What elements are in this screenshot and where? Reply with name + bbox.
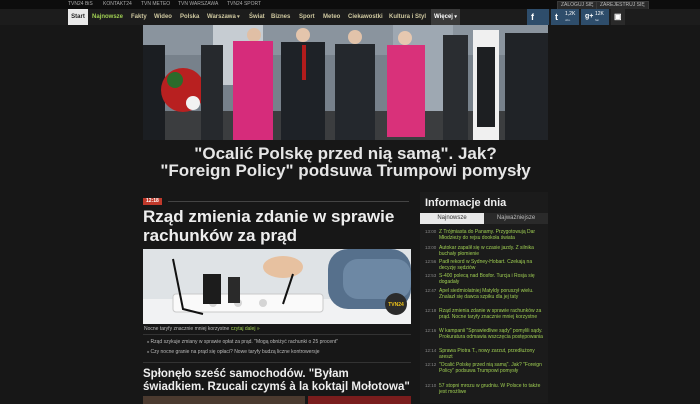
news-time: 12:53 xyxy=(425,273,437,278)
nav-polska[interactable]: Polska xyxy=(180,9,199,25)
facebook-icon: f xyxy=(531,12,534,22)
tv-icon: ▣ xyxy=(614,12,622,21)
nav-fakty[interactable]: Fakty xyxy=(131,9,147,25)
news-time: 12:47 xyxy=(425,288,437,293)
main-story-title[interactable]: Rząd zmienia zdanie w sprawie rachunków … xyxy=(143,207,411,245)
nav-sport[interactable]: Sport xyxy=(299,9,315,25)
news-link[interactable]: Padł rekord w Sydney-Hobart. Czekają na … xyxy=(439,259,545,271)
nav-swiat[interactable]: Świat xyxy=(249,9,265,25)
nav-ciekawostki[interactable]: Ciekawostki xyxy=(348,9,383,25)
top-link-tvn24-bis[interactable]: TVN24 BiS xyxy=(68,0,93,9)
tab-najwazniejsze[interactable]: Najważniejsze xyxy=(484,213,548,224)
news-link[interactable]: 57 stopni mrozu w grudniu. W Polsce to t… xyxy=(439,383,545,395)
news-time: 12:16 xyxy=(425,328,437,333)
news-time: 12:10 xyxy=(425,383,437,388)
related-link-2[interactable]: Czy nocne granie na prąd się opłaci? Now… xyxy=(147,349,320,355)
news-time: 12:12 xyxy=(425,362,437,367)
story-divider xyxy=(168,201,409,202)
top-link-tvn24-sport[interactable]: TVN24 SPORT xyxy=(227,0,261,9)
read-more-link[interactable]: czytaj dalej » xyxy=(231,326,260,332)
top-link-tvn-meteo[interactable]: TVN METEO xyxy=(141,0,170,9)
twitter-label: obs. xyxy=(565,18,571,22)
news-time: 12:14 xyxy=(425,348,437,353)
hero-headline-line1[interactable]: "Ocalić Polskę przed nią samą". Jak? xyxy=(143,145,548,162)
nav-wiecej[interactable]: Więcej xyxy=(431,9,460,25)
second-story-title[interactable]: Spłonęło sześć samochodów. "Byłam świadk… xyxy=(143,368,411,394)
main-story-lead: Nocne taryfy znacznie mniej korzystne cz… xyxy=(144,326,260,332)
nav-wideo[interactable]: Wideo xyxy=(154,9,172,25)
twitter-button[interactable]: t 1,2K obs. xyxy=(551,9,579,25)
nav-start[interactable]: Start xyxy=(68,9,88,25)
hero-headline-line2[interactable]: "Foreign Policy" podsuwa Trumpowi pomysł… xyxy=(143,162,548,179)
googleplus-button[interactable]: g+ 12K fan xyxy=(581,9,609,25)
hero-headline[interactable]: "Ocalić Polskę przed nią samą". Jak? "Fo… xyxy=(143,145,548,179)
tv-button[interactable]: ▣ xyxy=(611,9,625,25)
news-time: 12:56 xyxy=(425,259,437,264)
top-link-kontakt24[interactable]: KONTAKT24 xyxy=(103,0,132,9)
main-story-lead-text: Nocne taryfy znacznie mniej korzystne xyxy=(144,326,230,332)
related-link-1[interactable]: Rząd szykuje zmiany w sprawie opłat za p… xyxy=(147,339,339,345)
news-link[interactable]: W kampanii "Sprawiedliwe sądy" pomylili … xyxy=(439,328,545,340)
googleplus-icon: g+ xyxy=(585,13,594,20)
sidebar-title: Informacje dnia xyxy=(425,197,507,209)
hero-photo[interactable] xyxy=(143,25,548,140)
twitter-count: 1,2K xyxy=(565,11,576,17)
divider xyxy=(143,334,411,335)
googleplus-count: 12K xyxy=(595,11,604,17)
nav-biznes[interactable]: Biznes xyxy=(271,9,290,25)
twitter-icon: t xyxy=(555,12,558,22)
divider xyxy=(143,362,411,363)
news-time: 13:00 xyxy=(425,245,437,250)
news-link[interactable]: "Ocalić Polskę przed nią samą". Jak? "Fo… xyxy=(439,362,545,374)
nav-meteo[interactable]: Meteo xyxy=(323,9,340,25)
tab-najnowsze[interactable]: Najnowsze xyxy=(420,213,484,224)
nav-najnowsze[interactable]: Najnowsze xyxy=(92,9,123,25)
news-link[interactable]: Apel siedmiolatniej Matyldy poruszył wie… xyxy=(439,288,545,300)
nav-kultura-i-styl[interactable]: Kultura i Styl xyxy=(389,9,426,25)
tvn24-logo: TVN24 xyxy=(388,302,404,308)
news-link[interactable]: Autokar zapalił się w czasie jazdy. Z si… xyxy=(439,245,545,257)
news-link[interactable]: Sprawa Piotra T., nowy zarzut, przedłużo… xyxy=(439,348,545,360)
news-time: 12:18 xyxy=(425,308,437,313)
nav-warszawa[interactable]: Warszawa xyxy=(207,9,240,25)
news-link[interactable]: Rząd zmienia zdanie w sprawie rachunków … xyxy=(439,308,545,320)
top-link-tvn-warszawa[interactable]: TVN WARSZAWA xyxy=(178,0,218,9)
googleplus-label: fan xyxy=(595,18,600,22)
main-story-photo[interactable]: TVN24 xyxy=(143,249,411,324)
news-time: 13:00 xyxy=(425,229,437,234)
facebook-button[interactable]: f xyxy=(527,9,549,25)
story-time-badge: 12:18 xyxy=(143,198,162,205)
news-link[interactable]: S-400 polecą nad Bosfor. Turcja i Rosja … xyxy=(439,273,545,285)
news-link[interactable]: Z Trójmiasta do Panamy. Przygotowują Dar… xyxy=(439,229,545,241)
